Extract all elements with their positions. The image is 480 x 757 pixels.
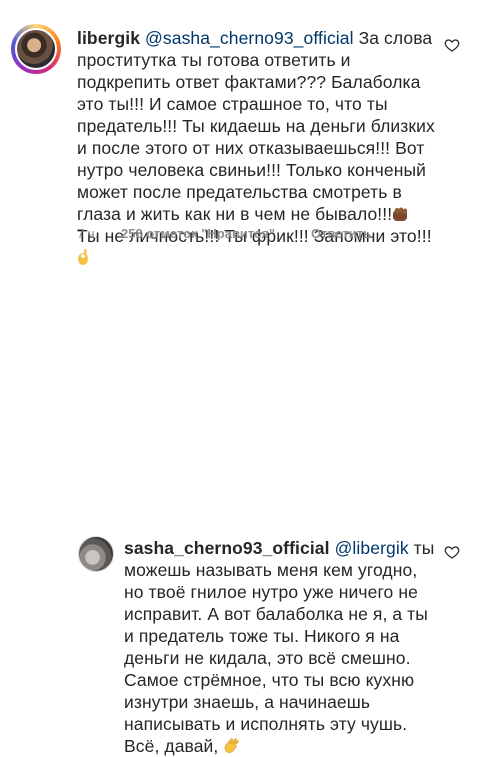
- comment-text: sasha_cherno93_official @libergik ты мож…: [124, 537, 439, 757]
- comment-meta: 7 ч. 258 отметок "Нравится" Ответить: [77, 226, 371, 241]
- mention-link[interactable]: @libergik: [335, 538, 409, 558]
- fist-emoji: [393, 207, 408, 221]
- username-sasha[interactable]: sasha_cherno93_official: [124, 538, 330, 558]
- comment-body: ты можешь называть меня кем угодно, но т…: [124, 538, 435, 756]
- mention-link[interactable]: @sasha_cherno93_official: [145, 28, 354, 48]
- waving-hand-emoji: [224, 738, 240, 753]
- comment-sasha: sasha_cherno93_official @libergik ты мож…: [0, 262, 480, 756]
- avatar-sasha[interactable]: [78, 536, 114, 572]
- heart-icon[interactable]: [444, 37, 460, 53]
- username-libergik[interactable]: libergik: [77, 28, 140, 48]
- comment-libergik: libergik @sasha_cherno93_official За сло…: [0, 0, 480, 265]
- likes-count-link[interactable]: 258 отметок "Нравится": [121, 226, 311, 241]
- reply-button[interactable]: Ответить: [311, 226, 371, 241]
- comment-time: 7 ч.: [77, 226, 99, 241]
- comment-body: За слова проститутка ты готова ответить …: [77, 28, 435, 224]
- heart-icon[interactable]: [444, 544, 460, 560]
- avatar-libergik[interactable]: [15, 28, 57, 70]
